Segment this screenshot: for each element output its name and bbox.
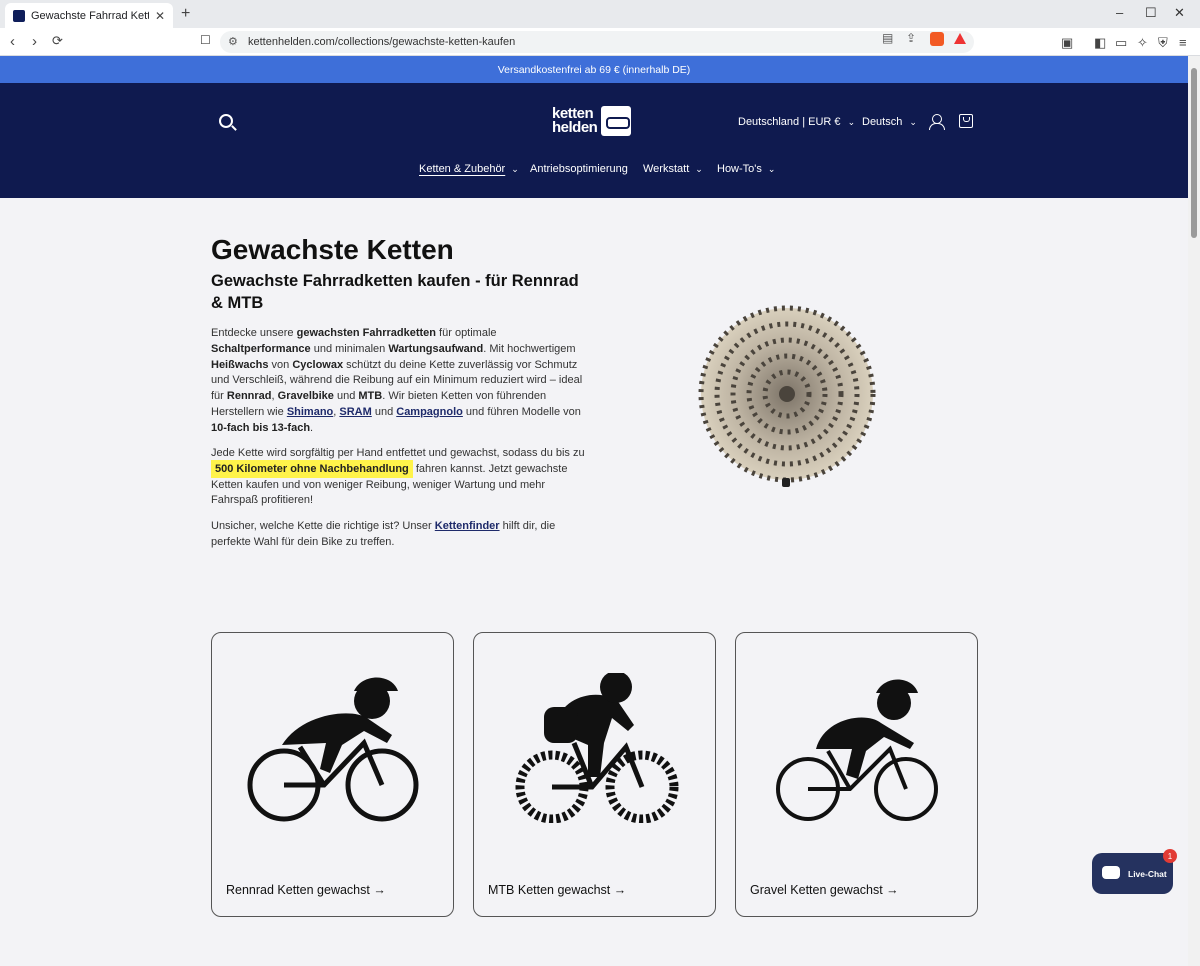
- browser-window: Gewachste Fahrrad Ketten kaufen ✕ + – ☐ …: [0, 0, 1200, 966]
- country-selector[interactable]: Deutschland | EUR € ⌄: [738, 116, 855, 128]
- browser-tab[interactable]: Gewachste Fahrrad Ketten kaufen ✕: [5, 3, 173, 28]
- nav-ketten-zubehoer[interactable]: Ketten & Zubehör ⌄: [419, 163, 519, 175]
- vpn-icon[interactable]: ⛨: [1158, 35, 1168, 51]
- card-mtb[interactable]: MTB Ketten gewachst →: [473, 632, 716, 917]
- road-cyclist-icon: [247, 677, 419, 822]
- mtb-cyclist-icon: [515, 673, 679, 823]
- nav-label: How-To's: [717, 163, 762, 175]
- site-logo[interactable]: ketten helden: [552, 106, 632, 136]
- scrollbar-thumb[interactable]: [1191, 68, 1197, 238]
- back-icon[interactable]: ‹: [10, 33, 15, 50]
- intro-paragraph-1: Entdecke unsere gewachsten Fahrradketten…: [211, 327, 583, 434]
- page-subtitle: Gewachste Fahrradketten kaufen - für Ren…: [211, 272, 579, 312]
- page-scrollbar[interactable]: [1188, 56, 1200, 966]
- chevron-down-icon: ⌄: [767, 163, 776, 174]
- kettenfinder-link[interactable]: Kettenfinder: [435, 520, 500, 532]
- chat-notification-badge: 1: [1163, 849, 1177, 863]
- forward-icon[interactable]: ›: [32, 33, 37, 50]
- chat-label: Live-Chat: [1128, 868, 1167, 879]
- site-info-icon[interactable]: ⚙: [228, 35, 238, 48]
- card-label: Rennrad Ketten gewachst →: [226, 883, 386, 897]
- language-selector[interactable]: Deutsch ⌄: [862, 116, 917, 128]
- nav-werkstatt[interactable]: Werkstatt ⌄: [643, 163, 703, 175]
- gravel-cyclist-icon: [776, 679, 938, 821]
- brave-shields-icon[interactable]: [930, 32, 944, 46]
- sram-link[interactable]: SRAM: [339, 406, 371, 418]
- campagnolo-link[interactable]: Campagnolo: [396, 406, 463, 418]
- intro-paragraph-3: Unsicher, welche Kette die richtige ist?…: [211, 520, 556, 548]
- chevron-down-icon: ⌄: [847, 117, 856, 127]
- nav-label: Antriebsoptimierung: [530, 163, 628, 175]
- address-bar: ‹ › ⟳ ☐ ⚙ kettenhelden.com/collections/g…: [0, 28, 1200, 56]
- close-window-button[interactable]: ✕: [1174, 5, 1185, 21]
- maximize-button[interactable]: ☐: [1145, 5, 1157, 21]
- site-header: ketten helden Deutschland | EUR € ⌄ Deut…: [0, 83, 1188, 198]
- shimano-link[interactable]: Shimano: [287, 406, 333, 418]
- web-page: Versandkostenfrei ab 69 € (innerhalb DE)…: [0, 56, 1188, 966]
- new-tab-button[interactable]: +: [181, 5, 190, 23]
- account-icon[interactable]: [929, 114, 945, 130]
- nav-antriebsoptimierung[interactable]: Antriebsoptimierung: [530, 163, 628, 175]
- chevron-down-icon: ⌄: [909, 117, 917, 127]
- card-rennrad[interactable]: Rennrad Ketten gewachst →: [211, 632, 454, 917]
- page-title: Gewachste Ketten: [211, 234, 454, 265]
- site-favicon-icon: [13, 9, 25, 22]
- card-gravel[interactable]: Gravel Ketten gewachst →: [735, 632, 978, 917]
- menu-icon[interactable]: ≡: [1179, 35, 1187, 50]
- live-chat-button[interactable]: Live-Chat: [1092, 853, 1173, 894]
- country-label: Deutschland | EUR €: [738, 116, 841, 128]
- card-label: MTB Ketten gewachst →: [488, 883, 627, 897]
- sidebar-icon[interactable]: ◧: [1094, 35, 1106, 51]
- tab-bar: Gewachste Fahrrad Ketten kaufen ✕ + – ☐ …: [0, 0, 1200, 28]
- reader-mode-icon[interactable]: ▤: [882, 31, 893, 45]
- leo-ai-icon[interactable]: ✧: [1137, 35, 1148, 51]
- extensions-icon[interactable]: ▣: [1061, 35, 1073, 51]
- card-label: Gravel Ketten gewachst →: [750, 883, 899, 897]
- wallet-icon[interactable]: ▭: [1115, 35, 1127, 51]
- coiled-chain-image: [698, 305, 876, 487]
- tab-close-icon[interactable]: ✕: [155, 9, 165, 23]
- language-label: Deutsch: [862, 116, 903, 128]
- logo-line-2: helden: [552, 119, 598, 136]
- brave-rewards-icon[interactable]: [954, 33, 966, 44]
- nav-how-tos[interactable]: How-To's ⌄: [717, 163, 775, 175]
- bookmark-icon[interactable]: ☐: [200, 33, 211, 47]
- tab-title: Gewachste Fahrrad Ketten kaufen: [31, 9, 149, 22]
- url-field[interactable]: ⚙ kettenhelden.com/collections/gewachste…: [220, 31, 974, 53]
- cart-icon[interactable]: [959, 114, 973, 128]
- highlight-500km: 500 Kilometer ohne Nachbehandlung: [211, 459, 413, 478]
- minimize-button[interactable]: –: [1116, 5, 1123, 20]
- chain-link-logo-icon: [601, 106, 632, 136]
- reload-icon[interactable]: ⟳: [52, 33, 63, 49]
- chat-bubble-icon: [1102, 866, 1120, 879]
- share-icon[interactable]: ⇪: [906, 31, 916, 45]
- intro-paragraph-2: Jede Kette wird sorgfältig per Hand entf…: [211, 447, 585, 507]
- chevron-down-icon: ⌄: [695, 163, 703, 174]
- url-text: kettenhelden.com/collections/gewachste-k…: [248, 36, 516, 48]
- nav-label: Ketten & Zubehör: [419, 163, 506, 175]
- search-icon[interactable]: [219, 114, 233, 128]
- nav-label: Werkstatt: [643, 163, 690, 175]
- chevron-down-icon: ⌄: [511, 163, 519, 174]
- announcement-bar: Versandkostenfrei ab 69 € (innerhalb DE): [0, 56, 1188, 83]
